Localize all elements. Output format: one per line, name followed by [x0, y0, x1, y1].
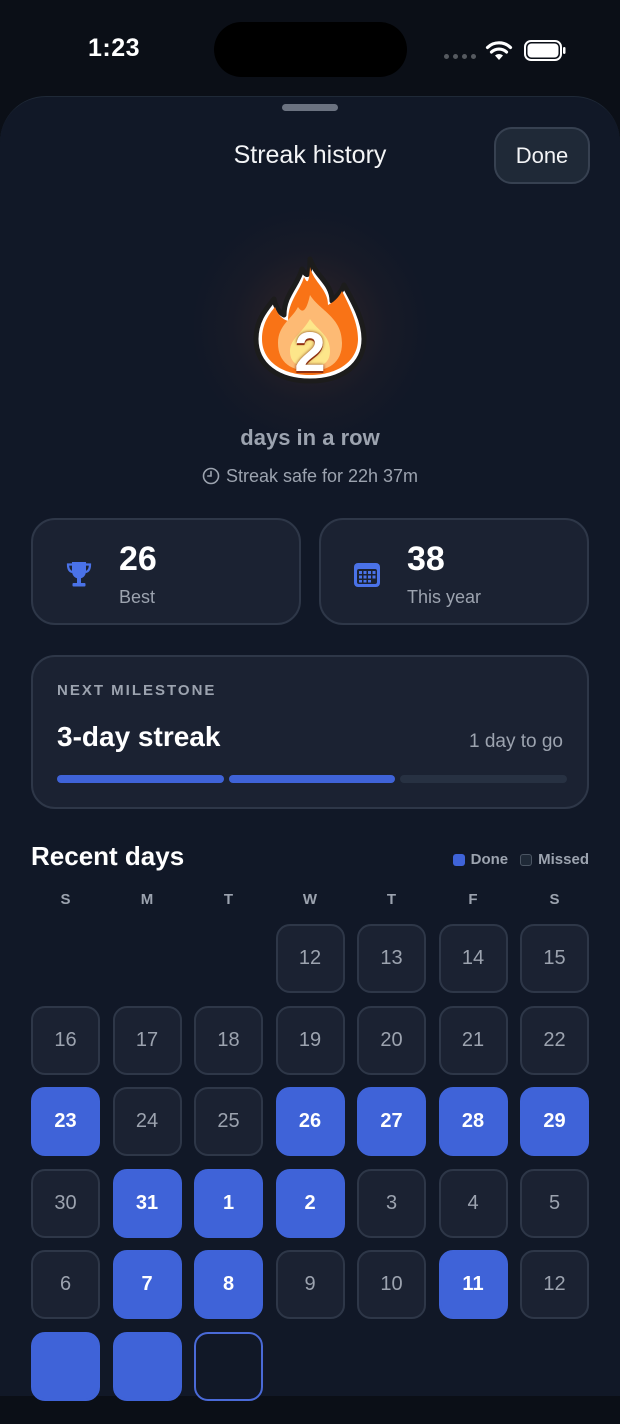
calendar-day[interactable]: 15 [520, 924, 589, 993]
recent-days-title: Recent days [31, 841, 185, 871]
weekday-label: F [468, 891, 478, 908]
calendar-day[interactable]: 17 [112, 1005, 182, 1075]
calendar-day[interactable]: 8 [194, 1250, 263, 1319]
battery-icon [524, 40, 566, 61]
calendar-day[interactable]: 21 [438, 1005, 508, 1075]
calendar-day[interactable]: 7 [112, 1250, 182, 1319]
legend-done-swatch [452, 853, 465, 866]
calendar-day[interactable]: 4 [438, 1168, 508, 1238]
calendar-day[interactable]: 19 [275, 1005, 345, 1075]
status-bar: 1:23 [0, 0, 620, 100]
this-year-label: This year [407, 587, 482, 607]
calendar-day[interactable]: 9 [275, 1250, 345, 1319]
sheet-grabber[interactable] [282, 104, 338, 111]
calendar-day[interactable]: 28 [438, 1087, 508, 1156]
streak-safe-text: Streak safe for 22h 37m [225, 466, 419, 486]
calendar-day[interactable]: 3 [357, 1168, 426, 1238]
calendar-day[interactable]: 2 [275, 1168, 345, 1238]
recent-days-calendar: 12 13 14 15 16 17 18 19 20 21 22 23 24 25 26 27 28 29 30 31… [31, 924, 589, 1424]
calendar-day[interactable]: 10 [357, 1250, 426, 1319]
weekday-header: SMTWTFS [31, 891, 589, 911]
calendar-day[interactable]: 5 [520, 1168, 589, 1238]
legend-done-label: Done [470, 851, 509, 868]
milestone-progress-segment [57, 775, 224, 783]
calendar-day[interactable]: 11 [438, 1250, 508, 1319]
calendar-legend: Done Missed [452, 851, 589, 868]
streak-count: 2 [294, 320, 326, 383]
calendar-day[interactable]: 12 [520, 1250, 589, 1319]
milestone-kicker: NEXT MILESTONE [57, 682, 217, 699]
calendar-day[interactable]: 29 [520, 1087, 589, 1156]
milestone-progress-bar [57, 775, 568, 783]
calendar-day[interactable]: 18 [194, 1005, 263, 1075]
status-time: 1:23 [88, 34, 141, 62]
dynamic-island [214, 22, 407, 77]
streak-safe-row: Streak safe for 22h 37m [0, 466, 620, 487]
calendar-day[interactable] [194, 1331, 263, 1401]
weekday-label: T [223, 891, 234, 908]
weekday-label: W [302, 891, 318, 908]
legend-missed-swatch [520, 853, 533, 866]
trophy-icon [66, 562, 92, 587]
weekday-label: S [549, 891, 560, 908]
done-button[interactable]: Done [494, 127, 590, 184]
streak-caption: days in a row [240, 425, 380, 450]
this-year-value: 38 [407, 540, 445, 578]
calendar-day[interactable]: 24 [112, 1087, 182, 1156]
best-streak-label: Best [119, 587, 156, 607]
calendar-day[interactable]: 30 [31, 1168, 100, 1238]
calendar-icon [354, 563, 380, 587]
wifi-icon [485, 41, 513, 60]
best-streak-card: 26 Best [31, 518, 301, 625]
calendar-day[interactable]: 27 [357, 1087, 426, 1156]
legend-missed-label: Missed [538, 851, 589, 868]
calendar-day[interactable]: 22 [520, 1005, 589, 1075]
calendar-day[interactable]: 6 [31, 1250, 100, 1319]
weekday-label: T [386, 891, 397, 908]
calendar-day[interactable]: 23 [31, 1087, 100, 1156]
calendar-day[interactable] [31, 1331, 100, 1401]
streak-history-sheet: Streak history Done 2 days in a row Stre… [0, 96, 620, 1401]
this-year-card: 38 This year [319, 518, 589, 625]
milestone-progress-segment [400, 775, 568, 783]
calendar-day[interactable]: 16 [31, 1005, 100, 1075]
calendar-day[interactable]: 13 [357, 924, 426, 993]
cellular-signal-icon [444, 54, 476, 60]
calendar-day[interactable]: 26 [275, 1087, 345, 1156]
weekday-label: S [60, 891, 71, 908]
weekday-label: M [140, 891, 154, 908]
clock-icon [202, 467, 220, 485]
milestone-title: 3-day streak [57, 721, 221, 752]
calendar-day[interactable]: 20 [357, 1005, 426, 1075]
calendar-day[interactable]: 25 [194, 1087, 263, 1156]
best-streak-value: 26 [119, 540, 157, 578]
next-milestone-card: NEXT MILESTONE 3-day streak 1 day to go [31, 655, 589, 809]
calendar-day[interactable]: 14 [438, 924, 508, 993]
calendar-day[interactable]: 12 [275, 924, 345, 993]
calendar-day[interactable]: 1 [194, 1168, 263, 1238]
calendar-day[interactable]: 31 [112, 1168, 182, 1238]
calendar-day[interactable] [112, 1331, 182, 1401]
milestone-progress-segment [228, 775, 396, 783]
milestone-remaining: 1 day to go [468, 731, 563, 752]
